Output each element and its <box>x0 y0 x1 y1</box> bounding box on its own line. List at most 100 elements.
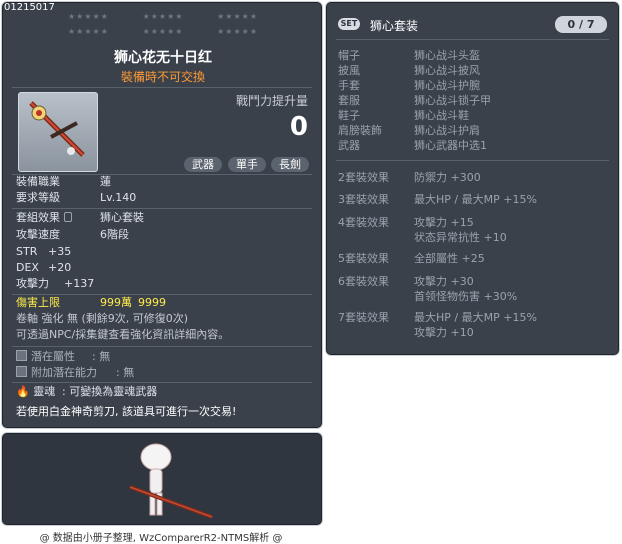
str-value: +35 <box>48 245 72 258</box>
set-piece-slot: 武器 <box>338 139 360 152</box>
set-piece-row: 披風 狮心战斗披风 <box>338 63 608 78</box>
set-effect-line: 攻擊力 +10 <box>414 326 474 339</box>
star-icon: ★★★★★ <box>217 12 258 21</box>
set-piece-slot: 手套 <box>338 79 360 92</box>
divider <box>336 160 609 161</box>
set-effect-line: 防禦力 +300 <box>414 171 481 184</box>
set-piece-row: 套服 狮心战斗锁子甲 <box>338 93 608 108</box>
divider <box>12 208 312 209</box>
set-piece-slot: 鞋子 <box>338 109 360 122</box>
chip-long-sword: 長劍 <box>271 157 309 172</box>
set-effect-line: 全部屬性 +25 <box>414 252 485 265</box>
set-effect-row: 2套裝效果 防禦力 +300 <box>338 170 608 185</box>
set-piece-name: 狮心战斗头盔 <box>414 49 480 62</box>
set-piece-slot: 套服 <box>338 94 360 107</box>
weapon-icon <box>18 92 98 172</box>
power-increase-value: 0 <box>289 112 308 142</box>
star-icon: ★★★★★ <box>68 12 109 21</box>
divider <box>12 87 312 88</box>
set-badge: SET <box>338 18 360 30</box>
star-icon: ★★★★★ <box>142 27 184 36</box>
set-effect-row: 4套裝效果 攻擊力 +15 状态异常抗性 +10 <box>338 215 608 244</box>
damage-cap-value-a: 999萬 <box>100 296 132 309</box>
set-effect-line: 首领怪物伤害 +30% <box>414 290 518 303</box>
damage-cap-label: 傷害上限 <box>16 296 60 309</box>
set-effect-line: 攻擊力 +15 <box>414 216 474 229</box>
item-tooltip: 01215017 ★★★★★ ★★★★★ ★★★★★ ★★★★★ ★★★★★ ★★★★★… <box>1 1 323 429</box>
bonus-potential-row: 附加潛在能力 : 無 <box>16 365 316 381</box>
str-row: STR +35 <box>16 244 316 260</box>
untradable-notice: 裝備時不可交換 <box>120 70 205 84</box>
bonus-potential-icon <box>16 366 27 377</box>
soul-value: : 可變換為靈魂武器 <box>62 385 158 398</box>
set-effect-line: 最大HP / 最大MP +15% <box>414 193 537 206</box>
attack-speed-value: 6階段 <box>100 228 129 241</box>
set-piece-row: 帽子 狮心战斗头盔 <box>338 48 608 63</box>
set-effect-line: 状态异常抗性 +10 <box>414 231 507 244</box>
set-piece-name: 狮心战斗护肩 <box>414 124 480 137</box>
job-row: 裝備職業 蓮 <box>16 174 316 190</box>
footer-credit: @ 数据由小册子整理, WzComparerR2-NTMS解析 @ <box>39 533 283 544</box>
set-title: 狮心套装 <box>370 19 419 33</box>
attack-speed-label: 攻擊速度 <box>16 228 60 241</box>
set-piece-row: 武器 狮心武器中选1 <box>338 138 608 153</box>
set-piece-row: 肩膀裝飾 狮心战斗护肩 <box>338 123 608 138</box>
star-icon: ★★★★★ <box>217 27 258 36</box>
npc-info: 可透過NPC/採集鍵查看強化資訊詳細內容。 <box>16 328 230 341</box>
set-piece-name: 狮心武器中选1 <box>414 139 487 152</box>
set-piece-slot: 披風 <box>338 64 360 77</box>
set-piece-row: 鞋子 狮心战斗鞋 <box>338 108 608 123</box>
level-value: Lv.140 <box>100 191 137 204</box>
set-tooltip: SET 狮心套装 0 / 7 帽子 狮心战斗头盔 披風 狮心战斗披风 手套 狮心战斗护腕套… <box>325 1 620 356</box>
power-increase-label: 戰鬥力提升量 <box>235 94 308 108</box>
job-label: 裝備職業 <box>16 175 60 188</box>
set-effect-row: 6套裝效果 攻擊力 +30 首领怪物伤害 +30% <box>338 274 608 303</box>
divider <box>336 39 609 40</box>
set-effect-tier: 3套裝效果 <box>338 193 389 206</box>
set-piece-name: 狮心战斗披风 <box>414 64 480 77</box>
set-effect-row: 5套裝效果 全部屬性 +25 <box>338 251 608 266</box>
soul-label: 靈魂 <box>33 385 56 398</box>
potential-icon <box>16 350 27 361</box>
chip-weapon: 武器 <box>184 157 222 172</box>
dex-value: +20 <box>48 261 72 274</box>
attack-row: 攻擊力 +137 <box>16 276 316 292</box>
attack-speed-row: 攻擊速度 6階段 <box>16 227 316 243</box>
set-effect-tier: 2套裝效果 <box>338 171 389 184</box>
set-effect-tier: 5套裝效果 <box>338 252 389 265</box>
soul-row: 🔥 靈魂 : 可變換為靈魂武器 <box>16 384 316 400</box>
chip-one-handed: 單手 <box>228 157 266 172</box>
attack-label: 攻擊力 <box>16 277 49 290</box>
set-effect-tier: 4套裝效果 <box>338 216 389 229</box>
star-force-row-1: ★★★★★ ★★★★★ ★★★★★ <box>68 12 258 21</box>
divider <box>12 382 312 383</box>
dex-row: DEX +20 <box>16 260 316 276</box>
potential-label: 潛在屬性 <box>31 350 75 363</box>
set-piece-row: 手套 狮心战斗护腕 <box>338 78 608 93</box>
scissors-notice: 若使用白金神奇剪刀, 該道具可進行一次交易! <box>16 405 237 418</box>
set-effect-row: 3套裝效果 最大HP / 最大MP +15% <box>338 192 608 207</box>
level-row: 要求等級 Lv.140 <box>16 190 316 206</box>
level-label: 要求等級 <box>16 191 60 204</box>
character-preview <box>1 432 323 526</box>
star-icon: ★★★★★ <box>142 12 184 21</box>
item-code: 01215017 <box>4 2 55 13</box>
star-icon: ★★★★★ <box>68 27 109 36</box>
bonus-potential-value: : 無 <box>116 366 135 379</box>
bonus-potential-label: 附加潛在能力 <box>31 366 97 379</box>
set-piece-slot: 肩膀裝飾 <box>338 124 382 137</box>
set-effect-value: 狮心套裝 <box>100 211 144 224</box>
divider <box>12 346 312 347</box>
attack-value: +137 <box>64 277 95 290</box>
set-effect-row: 套組效果 狮心套裝 <box>16 210 316 226</box>
character-avatar <box>129 443 213 519</box>
set-piece-name: 狮心战斗鞋 <box>414 109 469 122</box>
damage-cap-row: 傷害上限 999萬 9999 <box>16 295 316 311</box>
scroll-info: 卷軸 強化 無 (剩餘9次, 可修復0次) <box>16 312 189 325</box>
set-piece-name: 狮心战斗锁子甲 <box>414 94 491 107</box>
item-name: 狮心花无十日红 <box>114 50 212 66</box>
set-effect-row: 7套裝效果 最大HP / 最大MP +15% 攻擊力 +10 <box>338 310 608 339</box>
lock-icon <box>64 212 72 222</box>
set-effect-line: 攻擊力 +30 <box>414 275 474 288</box>
set-effect-label: 套組效果 <box>16 211 60 224</box>
